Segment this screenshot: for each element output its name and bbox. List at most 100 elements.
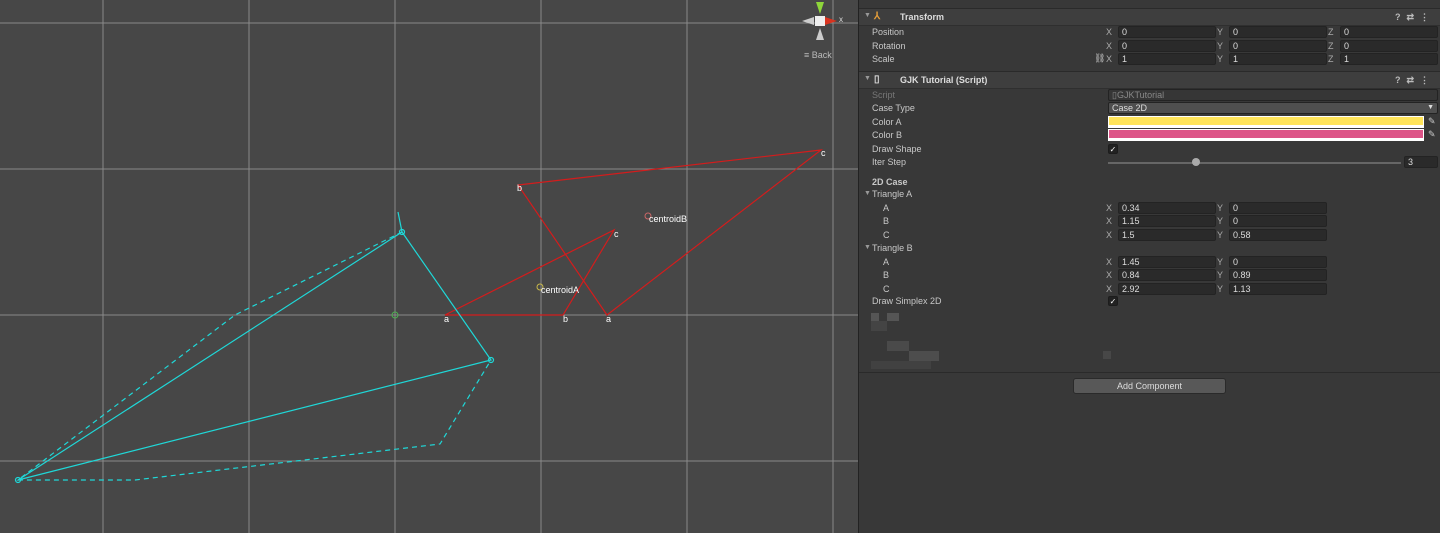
rotation-z-field[interactable]: 0	[1340, 39, 1438, 52]
object-header	[859, 0, 1440, 4]
component-tools[interactable]: ?⇄⋮	[1395, 75, 1435, 86]
eyedropper-icon[interactable]: ✎	[1428, 129, 1436, 140]
triangle-a-foldout[interactable]: ▼ Triangle A	[859, 188, 1440, 201]
axis-y-label: Y	[1217, 270, 1224, 280]
point-x-field[interactable]: 0.34	[1118, 201, 1216, 214]
point-y-field[interactable]: 0.89	[1229, 269, 1327, 281]
axis-y-label: Y	[1217, 229, 1224, 240]
label-centroid-b: centroidB	[649, 214, 688, 224]
back-button[interactable]: ≡ Back	[804, 50, 832, 60]
axis-y-label: Y	[1217, 256, 1224, 267]
position-z-field[interactable]: 0	[1340, 26, 1438, 38]
triangle-b-foldout[interactable]: ▼ Triangle B	[859, 242, 1440, 255]
label-a-b: b	[563, 314, 569, 324]
menu-icon: ≡	[804, 50, 810, 60]
foldout-icon[interactable]: ▼	[864, 190, 871, 197]
axis-z-label: Z	[1328, 40, 1334, 51]
axis-x-label: X	[1106, 229, 1113, 240]
transform-row-position: Position X 0 Y 0 Z 0	[859, 26, 1440, 39]
iter-step-label: Iter Step	[872, 157, 907, 167]
transform-icon: ⅄	[874, 11, 881, 22]
script-header[interactable]: ▼ ▯ GJK Tutorial (Script) ?⇄⋮	[859, 71, 1440, 89]
draw-shape-checkbox[interactable]: ✓	[1108, 144, 1118, 154]
triangle-a-point-row: A X 0.34 Y 0	[859, 201, 1440, 215]
chevron-down-icon: ▼	[1427, 104, 1434, 111]
draw-simplex-checkbox[interactable]: ✓	[1108, 296, 1118, 306]
axis-x-label: X	[1106, 27, 1113, 37]
draw-simplex-label: Draw Simplex 2D	[872, 296, 942, 306]
triangle-b-point-row: A X 1.45 Y 0	[859, 255, 1440, 269]
axis-y-label: Y	[1217, 283, 1224, 294]
point-x-field[interactable]: 1.45	[1118, 255, 1216, 268]
scene-view[interactable]: a b c a b c centroidA centroidB x ≡ Back	[0, 0, 858, 533]
point-y-field[interactable]: 1.13	[1229, 282, 1327, 295]
case-type-dropdown[interactable]: Case 2D ▼	[1108, 102, 1438, 114]
axis-z-label: Z	[1328, 54, 1334, 64]
point-label: A	[883, 202, 890, 213]
transform-header[interactable]: ▼ ⅄ Transform ?⇄⋮	[859, 8, 1440, 26]
position-y-field[interactable]: 0	[1229, 26, 1327, 38]
triangle-b-point-row: C X 2.92 Y 1.13	[859, 282, 1440, 296]
inspector-panel: ▼ ⅄ Transform ?⇄⋮ Position X 0 Y 0 Z 0 Rotation…	[858, 0, 1440, 533]
axis-x-label: X	[1106, 270, 1113, 280]
point-x-field[interactable]: 1.15	[1118, 215, 1216, 227]
axis-x-label: X	[1106, 54, 1113, 64]
back-label: Back	[811, 50, 832, 60]
position-x-field[interactable]: 0	[1118, 26, 1216, 38]
axis-y-label: Y	[1217, 54, 1224, 64]
transform-title: Transform	[900, 12, 945, 22]
color-b-swatch[interactable]	[1108, 129, 1424, 141]
iter-step-slider-handle[interactable]	[1191, 158, 1200, 166]
eyedropper-icon[interactable]: ✎	[1428, 116, 1436, 127]
scale-y-field[interactable]: 1	[1229, 53, 1327, 65]
triangle-a	[444, 228, 616, 316]
point-y-field[interactable]: 0	[1229, 215, 1327, 227]
foldout-icon[interactable]: ▼	[864, 75, 871, 82]
component-tools[interactable]: ?⇄⋮	[1395, 12, 1435, 23]
gizmo-x-label: x	[839, 15, 843, 24]
script-file-icon: ▯	[874, 74, 880, 85]
point-label: B	[883, 270, 890, 280]
minkowski-hull	[16, 231, 492, 481]
rotation-y-field[interactable]: 0	[1229, 39, 1327, 52]
point-y-field[interactable]: 0	[1229, 201, 1327, 214]
point-label: C	[883, 229, 890, 240]
foldout-icon[interactable]: ▼	[864, 244, 871, 251]
foldout-label: Triangle A	[872, 189, 913, 199]
foldout-icon[interactable]: ▼	[864, 12, 871, 19]
foldout-label: Triangle B	[872, 243, 913, 253]
rotation-x-field[interactable]: 0	[1118, 39, 1216, 52]
scene-drawing	[0, 0, 858, 533]
point-y-field[interactable]: 0	[1229, 255, 1327, 268]
script-field[interactable]: ▯GJKTutorial	[1108, 89, 1438, 101]
scale-x-field[interactable]: 1	[1118, 53, 1216, 65]
constrain-proportions-icon[interactable]: ⛓	[1094, 53, 1105, 64]
iter-step-slider-track[interactable]	[1108, 162, 1401, 164]
row-label: Position	[872, 27, 905, 37]
point-x-field[interactable]: 0.84	[1118, 269, 1216, 281]
label-a-a: a	[444, 314, 450, 324]
point-label: B	[883, 216, 890, 226]
triangle-a-point-row: B X 1.15 Y 0	[859, 215, 1440, 228]
axis-x-label: X	[1106, 256, 1113, 267]
point-label: C	[883, 283, 890, 294]
color-a-swatch[interactable]	[1108, 116, 1424, 128]
axis-x-label: X	[1106, 216, 1113, 226]
label-centroid-a: centroidA	[541, 285, 580, 295]
triangle-b-point-row: B X 0.84 Y 0.89	[859, 269, 1440, 282]
point-x-field[interactable]: 1.5	[1118, 228, 1216, 241]
row-label: Rotation	[872, 40, 906, 51]
point-x-field[interactable]: 2.92	[1118, 282, 1216, 295]
add-component-button[interactable]: Add Component	[1073, 378, 1226, 394]
grid	[0, 0, 858, 533]
scale-z-field[interactable]: 1	[1340, 53, 1438, 65]
axis-y-label: Y	[1217, 40, 1224, 51]
simplex	[17, 231, 492, 481]
case-type-label: Case Type	[872, 103, 915, 113]
point-label: A	[883, 256, 890, 267]
label-b-b: b	[517, 183, 523, 193]
transform-row-scale: Scale ⛓ X 1 Y 1 Z 1	[859, 53, 1440, 66]
axis-y-label: Y	[1217, 27, 1224, 37]
point-y-field[interactable]: 0.58	[1229, 228, 1327, 241]
iter-step-field[interactable]: 3	[1404, 156, 1438, 168]
